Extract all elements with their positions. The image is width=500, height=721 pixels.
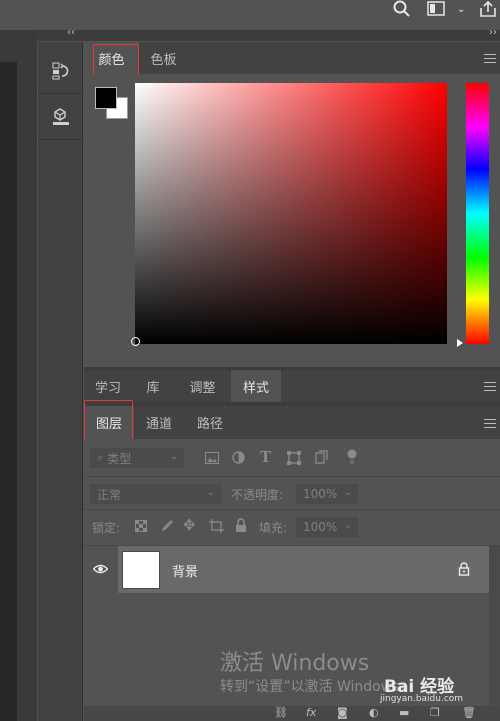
filter-toggle-icon[interactable]	[347, 449, 357, 465]
opacity-input[interactable]: 100% ⌄	[296, 484, 358, 504]
link-icon[interactable]: ⛓	[274, 706, 288, 719]
lock-artboard-icon[interactable]	[209, 519, 224, 533]
library-tabbar: 学习 库 调整 样式	[84, 370, 500, 402]
foreground-color-swatch[interactable]	[95, 87, 117, 109]
layer-row[interactable]: 背景	[84, 546, 489, 593]
chevron-down-icon: ⌄	[343, 487, 352, 498]
tab-libraries[interactable]: 库	[132, 370, 174, 402]
mask-icon[interactable]: ◙	[337, 706, 348, 719]
color-picker-field[interactable]	[135, 83, 447, 344]
tab-learn[interactable]: 学习	[84, 370, 132, 402]
activate-windows-title: 激活 Windows	[220, 651, 370, 676]
layer-name[interactable]: 背景	[172, 561, 198, 580]
folder-icon[interactable]: ▬	[399, 706, 409, 719]
panel-dock	[38, 42, 83, 721]
tab-adjustments[interactable]: 调整	[174, 370, 231, 402]
trash-icon[interactable]: 🗑	[462, 706, 476, 719]
history-icon[interactable]	[38, 48, 83, 94]
3d-panel-icon[interactable]	[38, 94, 83, 140]
adjustment-icon[interactable]: ◐	[369, 706, 379, 719]
lock-position-icon[interactable]: ✥	[183, 516, 196, 534]
new-layer-icon[interactable]: ❐	[430, 706, 440, 719]
highlight-color-tab	[93, 44, 139, 75]
share-icon[interactable]	[479, 0, 497, 20]
layer-filter-row: ⌕ 类型 ⌄ T	[84, 439, 500, 477]
chevron-down-icon: ⌄	[206, 487, 215, 498]
search-icon[interactable]	[393, 0, 411, 20]
color-picker-cursor[interactable]	[131, 337, 140, 346]
layer-list-scrollbar[interactable]	[489, 546, 500, 706]
color-panel-menu-icon[interactable]	[484, 54, 496, 63]
blend-mode-value: 正常	[97, 487, 122, 502]
layer-thumbnail	[122, 551, 160, 589]
fx-button[interactable]: fx	[306, 706, 316, 719]
pixel-filter-icon[interactable]	[205, 452, 219, 464]
fill-label: 填充:	[259, 521, 288, 535]
search-icon: ⌕	[97, 451, 104, 464]
highlight-layers-tab	[84, 400, 133, 440]
lock-all-icon[interactable]	[235, 518, 247, 533]
baidu-url: jingyan.baidu.com	[380, 694, 464, 704]
chevron-down-icon: ⌄	[169, 451, 178, 462]
tab-paths[interactable]: 路径	[184, 406, 236, 439]
blend-row: 正常 ⌄ 不透明度: 100% ⌄	[84, 477, 500, 510]
layers-bottom-bar: ⛓ fx ◙ ◐ ▬ ❐ 🗑	[84, 706, 500, 721]
hue-slider-handle[interactable]	[457, 339, 463, 347]
hue-slider[interactable]	[466, 83, 489, 344]
workspace-icon[interactable]	[427, 1, 445, 21]
lock-icon	[458, 562, 470, 576]
filter-kind-select[interactable]: ⌕ 类型 ⌄	[90, 448, 184, 468]
chevron-down-icon: ⌄	[343, 520, 352, 531]
chevron-down-icon[interactable]: ⌄	[457, 0, 465, 20]
shape-filter-icon[interactable]	[287, 451, 301, 465]
lock-transparent-icon[interactable]	[135, 520, 147, 532]
panel-collapse-bar: ‹‹ ››	[37, 27, 500, 41]
lock-row: 锁定: ✥ 填充: 100% ⌄	[84, 510, 500, 546]
type-filter-icon[interactable]: T	[260, 448, 271, 466]
tab-channels[interactable]: 通道	[134, 406, 184, 439]
layers-tabbar: 图层 通道 路径	[84, 406, 500, 439]
fill-input[interactable]: 100% ⌄	[296, 517, 358, 537]
eye-icon[interactable]	[93, 564, 108, 574]
blend-mode-select[interactable]: 正常 ⌄	[90, 484, 221, 504]
adjustment-filter-icon[interactable]	[232, 451, 245, 464]
collapse-right-button[interactable]: ››	[489, 27, 497, 38]
filter-kind-label: 类型	[107, 451, 132, 466]
lock-pixels-icon[interactable]	[160, 519, 174, 533]
smart-object-filter-icon[interactable]	[315, 450, 328, 464]
opacity-value: 100%	[303, 487, 338, 501]
top-toolbar: ⌄	[0, 0, 500, 29]
layers-panel-menu-icon[interactable]	[484, 419, 496, 428]
collapse-left-button[interactable]: ‹‹	[67, 27, 75, 38]
lock-label: 锁定:	[92, 521, 121, 535]
canvas-edge	[0, 62, 17, 721]
mid-panel-menu-icon[interactable]	[484, 382, 496, 391]
tab-swatches[interactable]: 色板	[139, 42, 188, 74]
color-panel-tabbar: 颜色 色板	[84, 42, 500, 74]
tab-styles[interactable]: 样式	[231, 370, 281, 402]
fill-value: 100%	[303, 520, 338, 534]
opacity-label: 不透明度:	[231, 488, 284, 502]
